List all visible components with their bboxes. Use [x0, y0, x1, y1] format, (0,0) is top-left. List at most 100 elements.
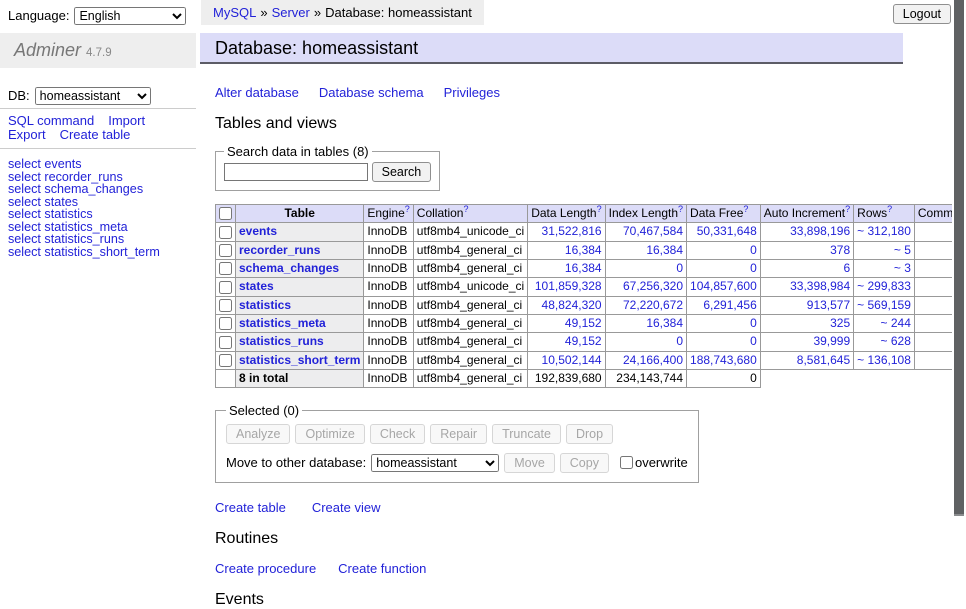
table-link-recorder-runs[interactable]: recorder_runs [239, 243, 320, 257]
help-link[interactable]: ? [887, 204, 892, 214]
rows-link[interactable]: ~ 569,159 [857, 298, 911, 312]
data-length-link[interactable]: 49,152 [565, 334, 602, 348]
data-free-link[interactable]: 0 [750, 316, 757, 330]
sidebar-link-import[interactable]: Import [108, 114, 145, 128]
help-link[interactable]: ? [845, 204, 850, 214]
database-schema-link[interactable]: Database schema [319, 85, 424, 100]
table-link-statistics[interactable]: statistics [239, 298, 291, 312]
auto-increment-link[interactable]: 33,898,196 [790, 224, 850, 238]
engine-cell: InnoDB [364, 259, 413, 277]
sidebar-item-statistics[interactable]: select statistics [8, 208, 188, 221]
index-length-link[interactable]: 72,220,672 [623, 298, 683, 312]
data-length-link[interactable]: 31,522,816 [542, 224, 602, 238]
index-length-link[interactable]: 0 [676, 334, 683, 348]
move-db-select[interactable]: homeassistant [371, 454, 499, 472]
rows-link[interactable]: ~ 628 [881, 334, 911, 348]
data-length-link[interactable]: 48,824,320 [542, 298, 602, 312]
auto-increment-link[interactable]: 913,577 [807, 298, 850, 312]
column-header-data-length[interactable]: Data Length? [528, 205, 605, 223]
search-input[interactable] [224, 163, 368, 181]
index-length-link[interactable]: 16,384 [646, 243, 683, 257]
help-link[interactable]: ? [405, 204, 410, 214]
auto-increment-link[interactable]: 33,398,984 [790, 279, 850, 293]
column-header-engine[interactable]: Engine? [364, 205, 413, 223]
data-length-link[interactable]: 49,152 [565, 316, 602, 330]
table-link-statistics-runs[interactable]: statistics_runs [239, 334, 324, 348]
index-length-link[interactable]: 70,467,584 [623, 224, 683, 238]
create-table-link[interactable]: Create table [215, 500, 286, 515]
sidebar-item-schema-changes[interactable]: select schema_changes [8, 183, 188, 196]
data-free-link[interactable]: 50,331,648 [697, 224, 757, 238]
data-free-link[interactable]: 188,743,680 [690, 353, 757, 367]
column-header-auto-increment[interactable]: Auto Increment? [760, 205, 853, 223]
index-length-link[interactable]: 67,256,320 [623, 279, 683, 293]
create-procedure-link[interactable]: Create procedure [215, 561, 316, 576]
sidebar-item-events[interactable]: select events [8, 158, 188, 171]
rows-link[interactable]: ~ 136,108 [857, 353, 911, 367]
language-select[interactable]: English [74, 7, 186, 25]
rows-link[interactable]: ~ 3 [894, 261, 911, 275]
help-link[interactable]: ? [678, 204, 683, 214]
adminer-logo[interactable]: Adminer [14, 40, 81, 60]
row-checkbox[interactable] [219, 336, 232, 349]
data-length-link[interactable]: 16,384 [565, 243, 602, 257]
sidebar-item-statistics-short-term[interactable]: select statistics_short_term [8, 246, 188, 259]
help-link[interactable]: ? [597, 204, 602, 214]
rows-link[interactable]: ~ 5 [894, 243, 911, 257]
index-length-link[interactable]: 24,166,400 [623, 353, 683, 367]
row-checkbox[interactable] [219, 354, 232, 367]
column-header-data-free[interactable]: Data Free? [687, 205, 761, 223]
data-free-link[interactable]: 0 [750, 334, 757, 348]
row-checkbox[interactable] [219, 262, 232, 275]
alter-database-link[interactable]: Alter database [215, 85, 299, 100]
row-checkbox[interactable] [219, 281, 232, 294]
column-header-index-length[interactable]: Index Length? [605, 205, 686, 223]
overwrite-checkbox[interactable] [620, 456, 633, 469]
auto-increment-link[interactable]: 378 [830, 243, 850, 257]
column-header-rows[interactable]: Rows? [854, 205, 915, 223]
row-checkbox[interactable] [219, 299, 232, 312]
table-link-statistics-meta[interactable]: statistics_meta [239, 316, 326, 330]
data-length-link[interactable]: 16,384 [565, 261, 602, 275]
data-free-link[interactable]: 104,857,600 [690, 279, 757, 293]
table-link-statistics-short-term[interactable]: statistics_short_term [239, 353, 360, 367]
row-checkbox[interactable] [219, 226, 232, 239]
rows-cell: ~ 628 [854, 333, 915, 351]
rows-link[interactable]: ~ 244 [881, 316, 911, 330]
help-link[interactable]: ? [463, 204, 468, 214]
auto-increment-link[interactable]: 39,999 [813, 334, 850, 348]
privileges-link[interactable]: Privileges [444, 85, 500, 100]
help-link[interactable]: ? [743, 204, 748, 214]
rows-link[interactable]: ~ 312,180 [857, 224, 911, 238]
sidebar-item-statistics-runs[interactable]: select statistics_runs [8, 233, 188, 246]
index-length-link[interactable]: 0 [676, 261, 683, 275]
data-free-link[interactable]: 0 [750, 261, 757, 275]
row-checkbox[interactable] [219, 244, 232, 257]
search-button[interactable]: Search [372, 162, 432, 182]
db-select[interactable]: homeassistant [35, 87, 151, 105]
index-length-link[interactable]: 16,384 [646, 316, 683, 330]
create-view-link[interactable]: Create view [312, 500, 381, 515]
main-content: Database: homeassistant Alter databaseDa… [200, 0, 903, 609]
data-length-link[interactable]: 101,859,328 [535, 279, 602, 293]
select-all-checkbox[interactable] [219, 207, 232, 220]
scrollbar-thumb[interactable] [954, 0, 964, 516]
row-checkbox[interactable] [219, 317, 232, 330]
data-length-link[interactable]: 10,502,144 [542, 353, 602, 367]
sidebar-link-export[interactable]: Export [8, 128, 46, 142]
sidebar-link-sql-command[interactable]: SQL command [8, 114, 94, 128]
column-header-collation[interactable]: Collation? [413, 205, 527, 223]
rows-link[interactable]: ~ 299,833 [857, 279, 911, 293]
table-link-states[interactable]: states [239, 279, 274, 293]
sidebar-link-create-table[interactable]: Create table [60, 128, 131, 142]
create-function-link[interactable]: Create function [338, 561, 426, 576]
auto-increment-link[interactable]: 6 [843, 261, 850, 275]
column-header-table[interactable]: Table [236, 205, 364, 223]
table-link-events[interactable]: events [239, 224, 277, 238]
auto-increment-link[interactable]: 325 [830, 316, 850, 330]
vertical-scrollbar[interactable] [952, 0, 966, 543]
data-free-link[interactable]: 0 [750, 243, 757, 257]
table-link-schema-changes[interactable]: schema_changes [239, 261, 339, 275]
auto-increment-link[interactable]: 8,581,645 [797, 353, 850, 367]
data-free-link[interactable]: 6,291,456 [703, 298, 756, 312]
